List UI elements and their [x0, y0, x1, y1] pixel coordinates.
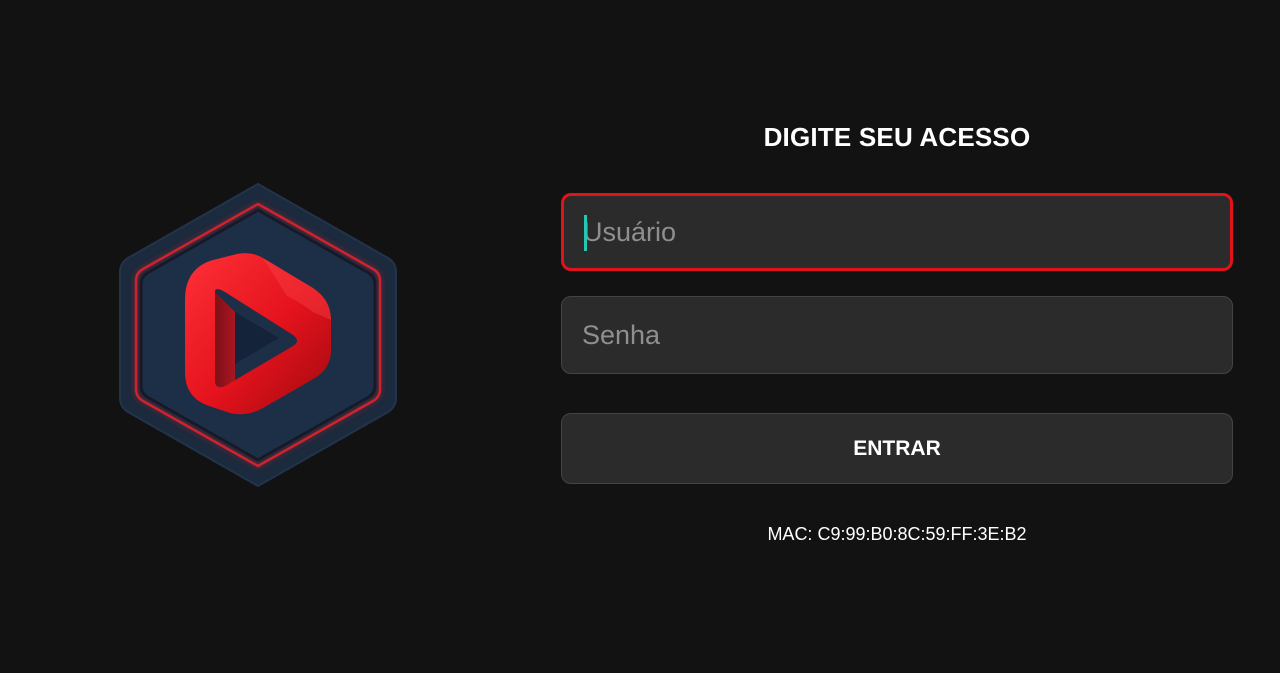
- password-input[interactable]: [562, 297, 1232, 373]
- username-input[interactable]: [564, 196, 1230, 268]
- play-hexagon-logo-icon: [119, 182, 397, 487]
- login-button[interactable]: ENTRAR: [561, 413, 1233, 484]
- mac-address-label: MAC: C9:99:B0:8C:59:FF:3E:B2: [767, 524, 1027, 544]
- username-field[interactable]: [561, 193, 1233, 271]
- app-logo: [117, 180, 399, 490]
- login-screen: DIGITE SEU ACESSO ENTRAR MAC: C9:99:B0:8…: [0, 0, 1280, 673]
- password-field[interactable]: [561, 296, 1233, 374]
- page-title: DIGITE SEU ACESSO: [763, 122, 1031, 152]
- text-cursor: [584, 215, 587, 251]
